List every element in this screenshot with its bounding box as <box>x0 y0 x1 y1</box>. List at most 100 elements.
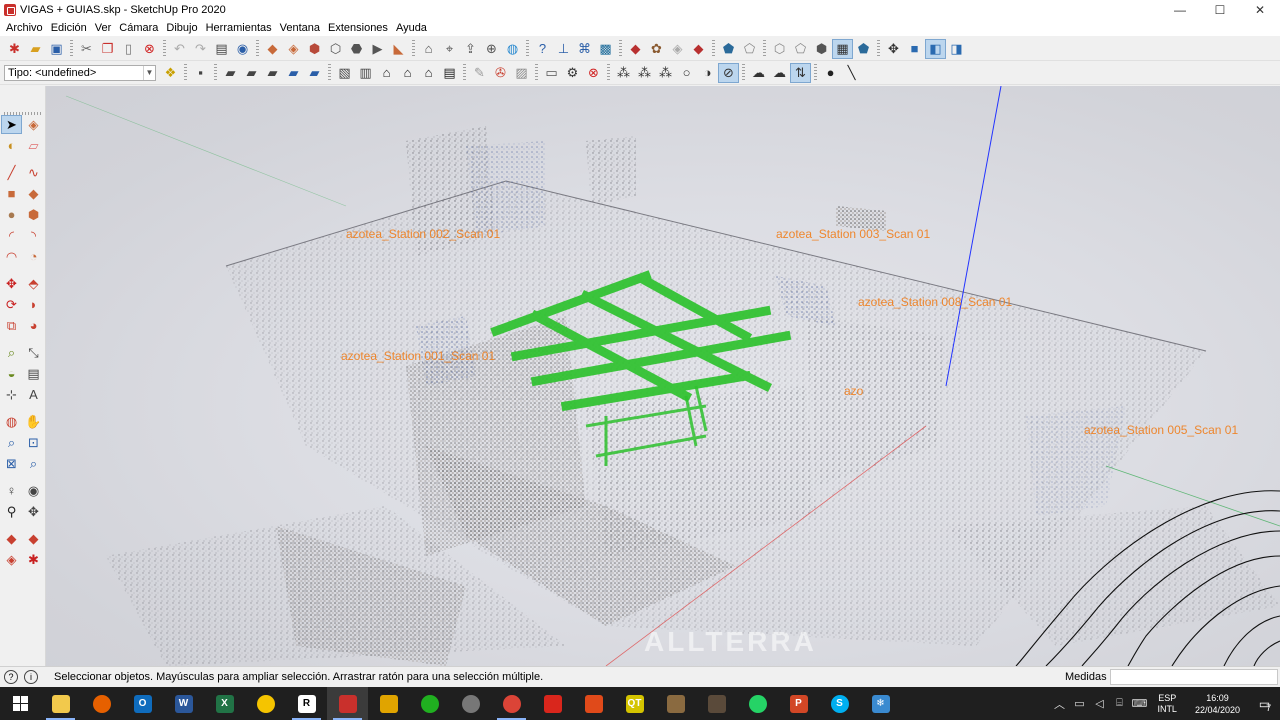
tape-measure-icon[interactable]: ⌕ <box>1 343 22 362</box>
info-icon[interactable]: i <box>24 670 38 684</box>
skype-taskbar-button[interactable]: S <box>819 687 860 720</box>
scan-label-station-003[interactable]: azotea_Station 003_Scan 01 <box>776 227 930 241</box>
axes-icon[interactable]: ⊥ <box>553 39 574 59</box>
clock[interactable]: 16:09 22/04/2020 <box>1195 692 1240 716</box>
cut-icon[interactable]: ✂ <box>76 39 97 59</box>
line-tool-icon[interactable]: ╲ <box>841 63 862 83</box>
menu-herramientas[interactable]: Herramientas <box>202 20 276 36</box>
outlook-taskbar-button[interactable]: O <box>122 687 163 720</box>
top-view-icon[interactable]: ⬡ <box>325 39 346 59</box>
scan-region-icon[interactable]: ▨ <box>511 63 532 83</box>
walk-tool-icon[interactable]: ⚲ <box>1 502 22 521</box>
toolbar-grip[interactable] <box>163 39 166 58</box>
recap-taskbar-button[interactable]: R <box>286 687 327 720</box>
line-draw-icon[interactable]: ╱ <box>1 163 22 182</box>
back-view-icon[interactable]: ◣ <box>388 39 409 59</box>
solid-intersect-icon[interactable]: ▰ <box>262 63 283 83</box>
menu-ventana[interactable]: Ventana <box>276 20 324 36</box>
redo-icon[interactable]: ↷ <box>190 39 211 59</box>
half-circle-icon[interactable]: ◑ <box>697 63 718 83</box>
scan-visibility-icon[interactable]: ◆ <box>688 39 709 59</box>
iso-view-icon[interactable]: ⬢ <box>304 39 325 59</box>
shaded-texture-icon[interactable]: ⬢ <box>811 39 832 59</box>
move-tool-icon[interactable]: ✥ <box>1 274 22 293</box>
shaded-icon[interactable]: ⬟ <box>718 39 739 59</box>
book-app-taskbar-button[interactable] <box>696 687 737 720</box>
store-icon[interactable]: ▤ <box>439 63 460 83</box>
zoom-extents-icon[interactable]: ⊠ <box>1 454 22 473</box>
minimize-button[interactable]: — <box>1160 0 1200 20</box>
firefox-taskbar-button[interactable] <box>81 687 122 720</box>
scan-label-station-001[interactable]: azotea_Station 001_Scan 01 <box>341 349 495 363</box>
follow-me-icon[interactable]: ◗ <box>23 295 44 314</box>
file-explorer-taskbar-button[interactable] <box>40 687 81 720</box>
warehouse-box-icon[interactable]: ▥ <box>355 63 376 83</box>
layout-icon[interactable]: ▩ <box>595 39 616 59</box>
powerpoint-taskbar-button[interactable]: P <box>778 687 819 720</box>
model-viewport[interactable]: azotea_Station 002_Scan 01 azotea_Statio… <box>46 86 1280 666</box>
open-folder-icon[interactable]: ▰ <box>25 39 46 59</box>
settings-app-taskbar-button[interactable] <box>450 687 491 720</box>
undo-icon[interactable]: ↶ <box>169 39 190 59</box>
house-outline-icon[interactable]: ⌂ <box>418 63 439 83</box>
extension-warehouse-icon[interactable]: ⊕ <box>481 39 502 59</box>
toolbar-grip[interactable] <box>742 63 745 82</box>
toolbar-grip[interactable] <box>763 39 766 58</box>
new-file-icon[interactable]: ✱ <box>4 39 25 59</box>
rectangle-tool-icon[interactable]: ■ <box>1 184 22 203</box>
share-model-icon[interactable]: ⌖ <box>439 39 460 59</box>
trimble-connect-icon[interactable]: ⌘ <box>574 39 595 59</box>
save-icon[interactable]: ▣ <box>46 39 67 59</box>
scan-settings-icon[interactable]: ✿ <box>646 39 667 59</box>
close-button[interactable]: ✕ <box>1240 0 1280 20</box>
word-taskbar-button[interactable]: W <box>163 687 204 720</box>
snowflake-app-taskbar-button[interactable]: ❄ <box>860 687 901 720</box>
orbit-tool-icon[interactable]: ◍ <box>1 412 22 431</box>
battery-icon[interactable]: ▭ <box>1069 697 1089 710</box>
get-photo-icon[interactable]: ⇪ <box>460 39 481 59</box>
freehand-icon[interactable]: ∿ <box>23 163 44 182</box>
text-tool-icon[interactable]: ▤ <box>23 364 44 383</box>
geo-status-icon[interactable]: ? <box>4 670 18 684</box>
maximize-button[interactable]: ☐ <box>1200 0 1240 20</box>
erase-icon[interactable]: ⊗ <box>139 39 160 59</box>
home-icon[interactable]: ⌂ <box>376 63 397 83</box>
cloud-download-icon[interactable]: ☁ <box>769 63 790 83</box>
menu-extensiones[interactable]: Extensiones <box>324 20 392 36</box>
arc-tool-icon[interactable]: ◜ <box>1 226 22 245</box>
toolbar-grip[interactable] <box>184 63 187 82</box>
slash-circle-icon[interactable]: ⊘ <box>718 62 739 83</box>
wireframe-icon[interactable]: ⬠ <box>739 39 760 59</box>
solid-union-icon[interactable]: ▰ <box>220 63 241 83</box>
menu-ver[interactable]: Ver <box>91 20 116 36</box>
chevron-up-icon[interactable]: ︿ <box>1049 696 1069 712</box>
rotate-tool-icon[interactable]: ⟳ <box>1 295 22 314</box>
help-icon[interactable]: ? <box>532 39 553 59</box>
qt-taskbar-button[interactable]: QT <box>614 687 655 720</box>
style-cube-active-icon[interactable]: ◧ <box>925 38 946 59</box>
solid-subtract-icon[interactable]: ▰ <box>241 63 262 83</box>
dimension-tool-icon[interactable]: ⤡ <box>23 343 44 362</box>
xray-icon[interactable]: ▦ <box>832 38 853 59</box>
make-component-icon[interactable]: ◆ <box>262 39 283 59</box>
scan-tools-icon[interactable]: ✇ <box>490 63 511 83</box>
scan-mask-icon[interactable]: ◈ <box>667 39 688 59</box>
scan-section-icon[interactable]: ◆ <box>1 529 22 548</box>
sketchup-taskbar-button[interactable] <box>327 687 368 720</box>
section-tool-icon[interactable]: ✥ <box>23 502 44 521</box>
protractor-icon[interactable]: ◒ <box>1 364 22 383</box>
open-project-icon[interactable]: ▭ <box>541 63 562 83</box>
3d-text-icon[interactable]: A <box>23 385 44 404</box>
network-icon[interactable]: ⌸ <box>1109 697 1129 710</box>
push-pull-icon[interactable]: ⬘ <box>23 274 44 293</box>
point-tool-icon[interactable]: ● <box>820 63 841 83</box>
polygon-tool-icon[interactable]: ⬢ <box>23 205 44 224</box>
print-icon[interactable]: ▤ <box>211 39 232 59</box>
toolbar-grip[interactable] <box>214 63 217 82</box>
toolbar-grip[interactable] <box>619 39 622 58</box>
zoom-window-icon[interactable]: ⊡ <box>23 433 44 452</box>
scale-tool-icon[interactable]: ⧉ <box>1 316 22 335</box>
offset-tool-icon[interactable]: ◕ <box>23 316 44 335</box>
volume-icon[interactable]: ◁ <box>1089 697 1109 710</box>
scan-hide-icon[interactable]: ✱ <box>23 550 44 569</box>
